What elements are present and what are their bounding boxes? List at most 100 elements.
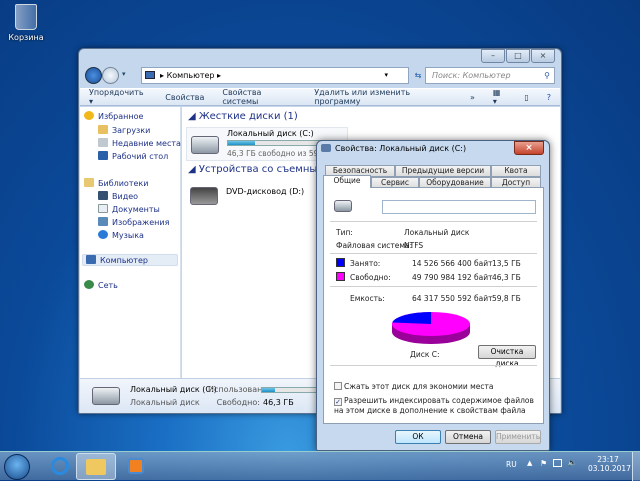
recycle-bin-icon	[15, 4, 37, 30]
volume-label-input[interactable]	[382, 200, 536, 214]
folder-icon	[86, 459, 106, 475]
divider	[330, 221, 537, 222]
drive-icon	[334, 200, 352, 212]
cancel-button[interactable]: Отмена	[445, 430, 491, 444]
clock[interactable]: 23:17 03.10.2017	[588, 455, 631, 473]
tab-quota[interactable]: Квота	[491, 165, 541, 177]
volume-icon[interactable]: 🔈	[567, 458, 577, 467]
free-label: Свободно:	[350, 273, 391, 282]
fs-value: NTFS	[404, 241, 424, 250]
nav-favorites[interactable]: Избранное	[84, 111, 143, 123]
details-free-value: 46,3 ГБ	[263, 398, 294, 407]
details-used-label: Использовано:	[208, 385, 270, 394]
view-options-icon[interactable]: ▦ ▾	[484, 88, 515, 106]
used-color-swatch	[336, 258, 345, 267]
properties-button[interactable]: Свойства	[156, 93, 213, 102]
compress-checkbox[interactable]: Сжать этот диск для экономии места	[334, 382, 493, 391]
internet-explorer-icon	[51, 457, 69, 475]
nav-documents[interactable]: Документы	[98, 204, 160, 216]
search-input[interactable]: Поиск: Компьютер ⚲	[425, 67, 555, 84]
uninstall-program-button[interactable]: Удалить или изменить программу	[305, 88, 461, 106]
nav-video[interactable]: Видео	[98, 191, 138, 203]
forward-button[interactable]	[102, 67, 119, 84]
used-label: Занято:	[350, 259, 381, 268]
drive-d-item[interactable]: DVD-дисковод (D:)	[186, 181, 316, 211]
maximize-button[interactable]: □	[506, 49, 530, 63]
taskbar: RU ▲ ⚑ 🔈 23:17 03.10.2017	[0, 451, 640, 481]
computer-icon	[86, 255, 96, 264]
dialog-title: Свойства: Локальный диск (C:)	[335, 144, 467, 153]
apply-button[interactable]: Применить	[495, 430, 541, 444]
general-tab-panel: Тип: Локальный диск Файловая система: NT…	[323, 187, 544, 424]
taskbar-media-player[interactable]	[116, 453, 156, 480]
type-value: Локальный диск	[404, 228, 470, 237]
back-button[interactable]	[85, 67, 102, 84]
pie-used-slice	[392, 312, 431, 324]
nav-computer[interactable]: Компьютер	[82, 254, 178, 266]
details-drive-type: Локальный диск	[130, 398, 200, 407]
used-gb: 13,5 ГБ	[492, 259, 521, 268]
disk-usage-pie-chart	[392, 312, 470, 344]
start-button[interactable]	[4, 454, 30, 480]
search-placeholder: Поиск: Компьютер	[432, 71, 511, 80]
nav-images[interactable]: Изображения	[98, 217, 169, 229]
nav-desktop[interactable]: Рабочий стол	[98, 151, 168, 163]
address-dropdown-icon[interactable]: ▾	[384, 68, 388, 83]
help-icon[interactable]: ?	[538, 93, 560, 102]
close-button[interactable]: ×	[531, 49, 555, 63]
desktop-icon	[98, 151, 108, 160]
more-commands-button[interactable]: »	[461, 93, 484, 102]
dialog-close-button[interactable]: ×	[514, 141, 544, 155]
nav-network[interactable]: Сеть	[84, 280, 118, 292]
action-center-flag-icon[interactable]: ⚑	[540, 459, 547, 468]
preview-pane-icon[interactable]: ▯	[515, 93, 537, 102]
ok-button[interactable]: ОК	[395, 430, 441, 444]
language-indicator[interactable]: RU	[506, 460, 517, 469]
taskbar-explorer[interactable]	[76, 453, 116, 480]
nav-downloads[interactable]: Загрузки	[98, 125, 150, 137]
star-icon	[84, 111, 94, 120]
window-controls: – □ ×	[481, 49, 555, 63]
command-bar: Упорядочить ▾ Свойства Свойства системы …	[80, 88, 560, 106]
index-checkbox[interactable]: ✓ Разрешить индексировать содержимое файл…	[334, 396, 539, 415]
address-bar[interactable]: ▸ Компьютер ▸ ▾ ⇆	[141, 67, 421, 84]
network-tray-icon[interactable]	[553, 459, 562, 467]
system-properties-button[interactable]: Свойства системы	[213, 88, 305, 106]
used-bytes: 14 526 566 400 байт	[412, 259, 493, 268]
divider	[330, 253, 537, 254]
taskbar-ie[interactable]	[40, 453, 80, 480]
hard-drive-icon	[92, 387, 120, 405]
video-icon	[98, 191, 108, 200]
capacity-gb: 59,8 ГБ	[492, 294, 521, 303]
music-icon	[98, 230, 108, 239]
recycle-bin-label: Корзина	[8, 33, 44, 42]
breadcrumb-computer[interactable]: Компьютер	[167, 71, 215, 80]
tab-previous-versions[interactable]: Предыдущие версии	[395, 165, 491, 177]
free-color-swatch	[336, 272, 345, 281]
drive-d-name: DVD-дисковод (D:)	[226, 187, 305, 196]
recent-pages-dropdown[interactable]: ▾	[122, 70, 126, 78]
minimize-button[interactable]: –	[481, 49, 505, 63]
images-icon	[98, 217, 108, 226]
computer-icon	[145, 71, 155, 79]
recycle-bin-desktop-icon[interactable]: Корзина	[4, 4, 48, 42]
hard-drive-icon	[191, 136, 219, 154]
nav-recent-places[interactable]: Недавние места	[98, 138, 181, 150]
divider	[330, 365, 537, 366]
refresh-icon[interactable]: ⇆	[410, 68, 426, 83]
disk-cleanup-button[interactable]: Очистка диска	[478, 345, 536, 368]
free-gb: 46,3 ГБ	[492, 273, 521, 282]
documents-icon	[98, 204, 108, 213]
show-desktop-button[interactable]	[632, 452, 640, 481]
details-usage-bar	[261, 387, 321, 393]
dvd-drive-icon	[190, 187, 218, 205]
show-hidden-icons-button[interactable]: ▲	[527, 459, 532, 467]
libraries-icon	[84, 178, 94, 187]
group-hard-disks[interactable]: ◢ Жесткие диски (1)	[188, 111, 298, 122]
organize-button[interactable]: Упорядочить ▾	[80, 88, 156, 106]
nav-libraries[interactable]: Библиотеки	[84, 178, 148, 190]
recent-places-icon	[98, 138, 108, 147]
address-row: ▾ ▸ Компьютер ▸ ▾ ⇆ Поиск: Компьютер ⚲	[85, 66, 555, 86]
tab-general[interactable]: Общие	[323, 175, 371, 188]
nav-music[interactable]: Музыка	[98, 230, 144, 242]
